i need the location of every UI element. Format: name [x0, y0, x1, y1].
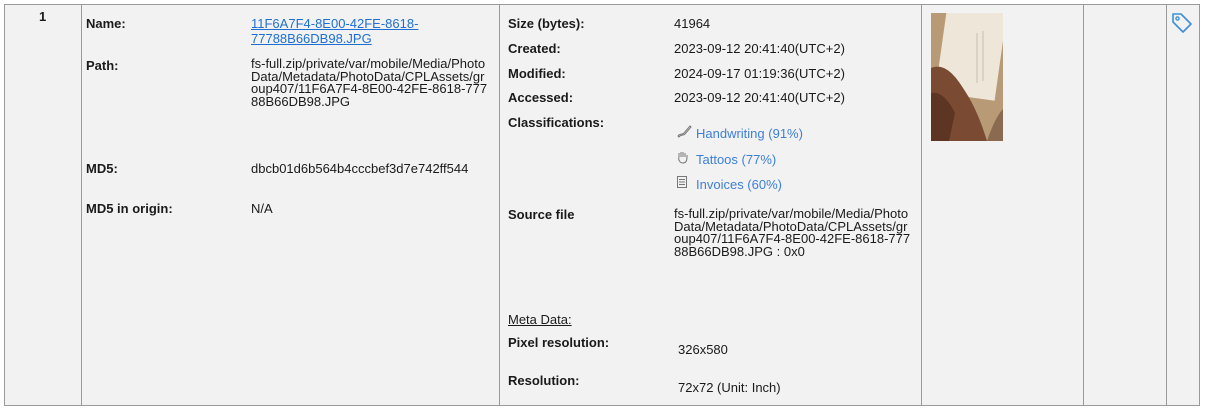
row-index: 1 — [39, 9, 47, 24]
source-file-value: fs-full.zip/private/var/mobile/Media/Pho… — [674, 206, 911, 259]
classification-label[interactable]: Tattoos (77%) — [696, 152, 776, 167]
accessed-value: 2023-09-12 20:41:40(UTC+2) — [674, 90, 845, 105]
resolution-value: 72x72 (Unit: Inch) — [678, 380, 781, 395]
modified-label: Modified: — [508, 66, 566, 81]
md5-label: MD5: — [86, 161, 118, 176]
classifications-label: Classifications: — [508, 115, 605, 130]
column-divider — [499, 5, 500, 405]
accessed-label: Accessed: — [508, 90, 574, 105]
classification-handwriting[interactable]: Handwriting (91%) — [676, 124, 803, 142]
file-name-line1[interactable]: 11F6A7F4-8E00-42FE-8618- — [251, 16, 418, 31]
hand-icon — [676, 150, 696, 168]
md5-origin-value: N/A — [251, 201, 273, 216]
image-thumbnail[interactable] — [931, 13, 1003, 141]
column-divider — [81, 5, 82, 405]
tag-icon[interactable] — [1170, 10, 1196, 36]
document-icon — [676, 175, 696, 193]
classification-label[interactable]: Invoices (60%) — [696, 177, 782, 192]
column-divider — [1083, 5, 1084, 405]
md5-value: dbcb01d6b564b4cccbef3d7e742ff544 — [251, 161, 469, 176]
created-value: 2023-09-12 20:41:40(UTC+2) — [674, 41, 845, 56]
classification-label[interactable]: Handwriting (91%) — [696, 126, 803, 141]
column-divider — [921, 5, 922, 405]
created-label: Created: — [508, 41, 561, 56]
modified-value: 2024-09-17 01:19:36(UTC+2) — [674, 66, 845, 81]
name-label: Name: — [86, 16, 126, 31]
file-name-link[interactable]: 11F6A7F4-8E00-42FE-8618- 77788B66DB98.JP… — [251, 16, 418, 46]
pixel-resolution-value: 326x580 — [678, 342, 728, 357]
pixel-resolution-label: Pixel resolution: — [508, 335, 610, 350]
column-divider — [1166, 5, 1167, 405]
classification-invoices[interactable]: Invoices (60%) — [676, 175, 782, 193]
path-value: fs-full.zip/private/var/mobile/Media/Pho… — [251, 56, 488, 109]
size-label: Size (bytes): — [508, 16, 585, 31]
source-file-label: Source file — [508, 207, 575, 222]
resolution-label: Resolution: — [508, 373, 580, 388]
pen-icon — [676, 124, 696, 142]
classification-tattoos[interactable]: Tattoos (77%) — [676, 150, 776, 168]
file-name-line2[interactable]: 77788B66DB98.JPG — [251, 31, 372, 46]
meta-data-label: Meta Data: — [508, 312, 572, 327]
md5-origin-label: MD5 in origin: — [86, 201, 173, 216]
size-value: 41964 — [674, 16, 711, 31]
path-label: Path: — [86, 58, 119, 73]
